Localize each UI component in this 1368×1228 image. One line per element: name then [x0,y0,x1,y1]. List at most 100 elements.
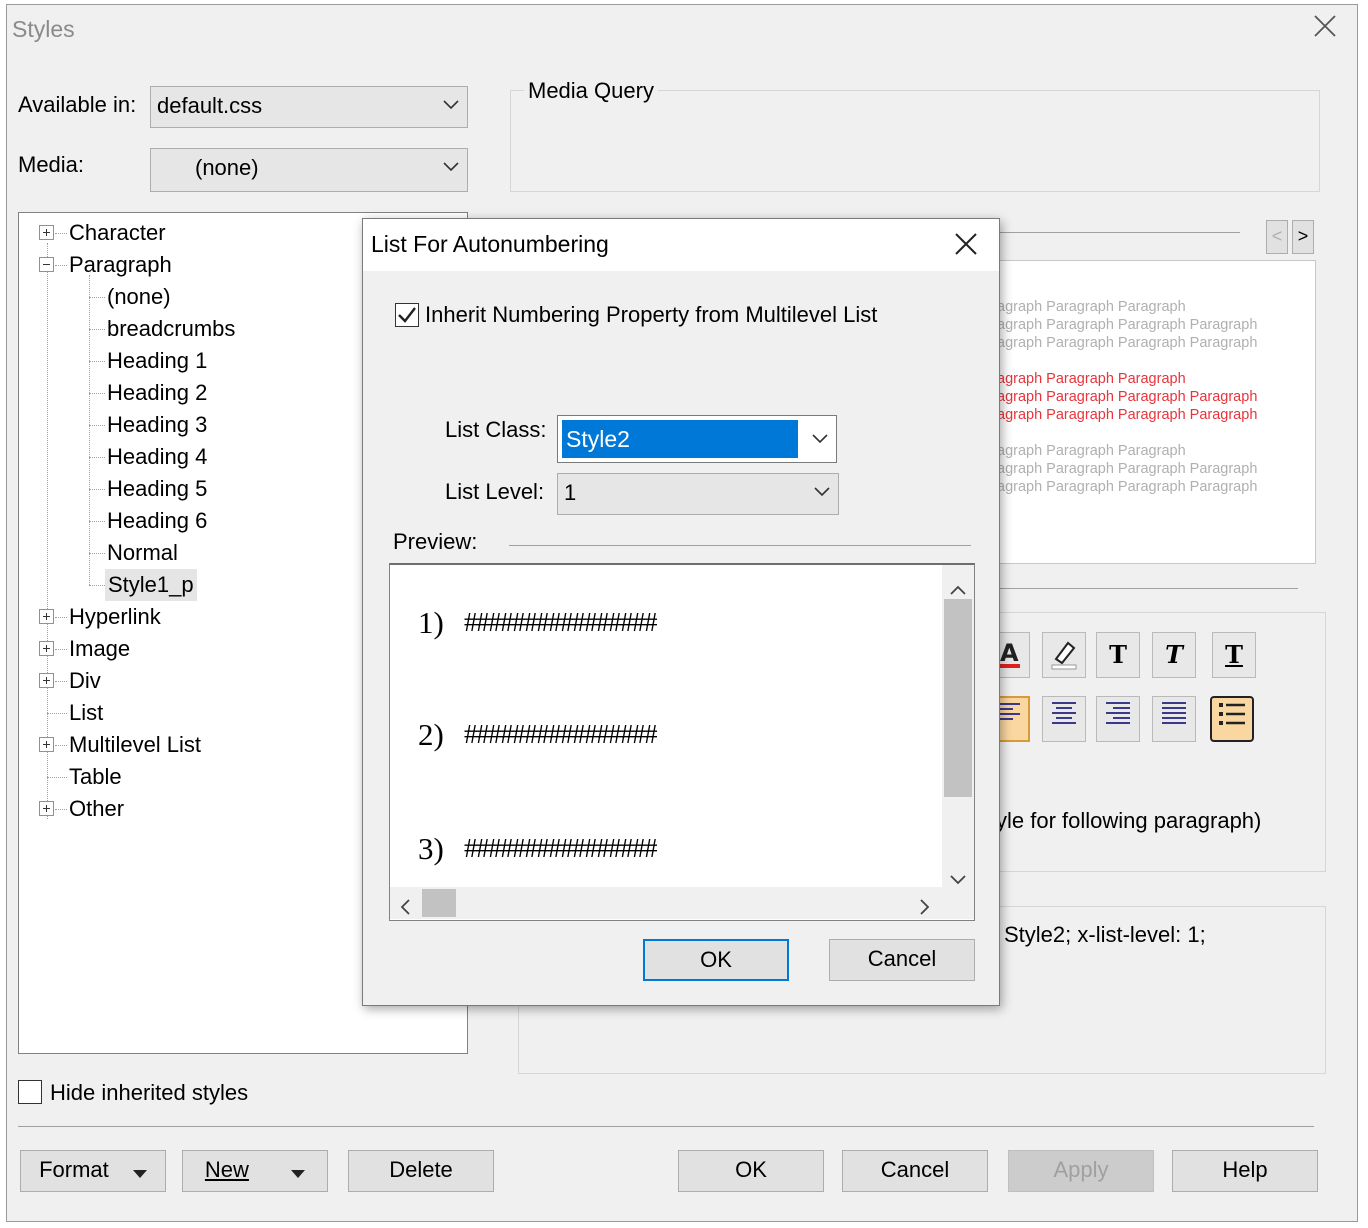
list-item-text: ################ [464,833,658,863]
next-arrow-icon[interactable]: > [1292,220,1314,254]
bullet-list-icon[interactable] [1210,696,1254,742]
style-preview: agraph Paragraph Paragraph agraph Paragr… [996,260,1316,564]
tree-item-heading-5[interactable]: Heading 5 [107,476,207,502]
chevron-down-icon [443,162,459,176]
horizontal-scroll-thumb[interactable] [422,889,456,917]
available-in-label: Available in: [18,92,137,117]
ok-button[interactable]: OK [678,1150,824,1192]
css-text: Style2; x-list-level: 1; [1004,922,1206,947]
tree-item-multilevel-list[interactable]: Multilevel List [69,732,201,758]
list-level-value: 1 [564,480,577,505]
preview-text-line: agraph Paragraph Paragraph Paragraph [997,407,1258,423]
expand-icon[interactable] [39,641,54,656]
scroll-right-icon[interactable] [920,895,930,920]
media-value: (none) [195,155,259,180]
window-title: Styles [12,16,75,42]
preview-label: Preview: [393,529,478,554]
preview-text-line: agraph Paragraph Paragraph Paragraph [997,389,1258,405]
bold-icon[interactable]: T [1096,632,1140,678]
scroll-up-icon[interactable] [950,575,966,601]
tree-item-character[interactable]: Character [69,220,166,246]
chevron-down-icon [814,487,830,501]
justify-icon[interactable] [1152,696,1196,742]
tree-item-heading-3[interactable]: Heading 3 [107,412,207,438]
vertical-scroll-thumb[interactable] [944,599,972,797]
preview-text-line: agraph Paragraph Paragraph [997,371,1186,387]
cancel-button[interactable]: Cancel [842,1150,988,1192]
scroll-left-icon[interactable] [400,895,410,920]
dialog-close-icon[interactable] [953,231,981,259]
list-number: 1) [418,605,444,640]
tree-item-paragraph[interactable]: Paragraph [69,252,172,278]
align-right-icon[interactable] [1096,696,1140,742]
horizontal-scrollbar[interactable] [390,887,942,919]
following-paragraph-text: yle for following paragraph) [996,808,1262,833]
bottom-separator [18,1126,1314,1127]
inherit-numbering-checkbox[interactable] [395,303,419,327]
tree-item-div[interactable]: Div [69,668,101,694]
tree-item-table[interactable]: Table [69,764,122,790]
help-button[interactable]: Help [1172,1150,1318,1192]
collapse-icon[interactable] [39,257,54,272]
tree-item-style1-p[interactable]: Style1_p [105,569,197,601]
italic-icon[interactable]: T [1152,632,1196,678]
list-level-select[interactable]: 1 [557,473,839,515]
available-in-value: default.css [157,93,263,118]
format-separator [996,588,1298,589]
tree-item-heading-2[interactable]: Heading 2 [107,380,207,406]
tree-item-other[interactable]: Other [69,796,124,822]
underline-icon[interactable]: T [1212,632,1256,678]
expand-icon[interactable] [39,673,54,688]
prev-arrow-icon[interactable]: < [1266,220,1288,254]
tree-item-normal[interactable]: Normal [107,540,178,566]
chevron-down-icon [812,434,828,448]
preview-text-line: agraph Paragraph Paragraph [997,443,1186,459]
list-autonumbering-dialog: List For Autonumbering Inherit Numbering… [362,218,1000,1006]
tree-item-hyperlink[interactable]: Hyperlink [69,604,161,630]
delete-button[interactable]: Delete [348,1150,494,1192]
expand-icon[interactable] [39,609,54,624]
format-button-label: Format [39,1157,109,1182]
close-icon[interactable] [1310,14,1340,44]
media-query-group [510,90,1320,192]
tree-item-none[interactable]: (none) [107,284,171,310]
hide-inherited-label: Hide inherited styles [50,1080,249,1105]
list-item-text: ################ [464,607,658,637]
list-preview[interactable]: 1) ################ 2) ################ … [389,563,975,921]
expand-icon[interactable] [39,801,54,816]
scroll-corner [942,887,974,919]
tree-item-heading-1[interactable]: Heading 1 [107,348,207,374]
dialog-cancel-button[interactable]: Cancel [829,939,975,981]
preview-separator [996,232,1240,233]
tree-item-breadcrumbs[interactable]: breadcrumbs [107,316,235,342]
list-class-select[interactable]: Style2 [557,415,837,463]
tree-item-image[interactable]: Image [69,636,130,662]
tree-item-heading-4[interactable]: Heading 4 [107,444,207,470]
media-label: Media: [18,152,85,177]
list-item-text: ################ [464,719,658,749]
new-button-label: New [204,1157,249,1182]
list-class-label: List Class: [445,417,547,442]
chevron-down-icon [443,100,459,114]
highlight-icon[interactable] [1042,632,1086,678]
expand-icon[interactable] [39,737,54,752]
media-select[interactable]: (none) [150,148,468,192]
preview-separator [509,545,971,546]
preview-text-line: agraph Paragraph Paragraph Paragraph [997,461,1258,477]
apply-button[interactable]: Apply [1008,1150,1154,1192]
list-class-value: Style2 [562,420,798,458]
preview-text-line: agraph Paragraph Paragraph Paragraph [997,479,1258,495]
preview-text-line: agraph Paragraph Paragraph Paragraph [997,317,1258,333]
expand-icon[interactable] [39,225,54,240]
hide-inherited-checkbox[interactable] [18,1080,42,1104]
dropdown-arrow-icon [291,1152,306,1190]
tree-item-heading-6[interactable]: Heading 6 [107,508,207,534]
vertical-scrollbar[interactable] [942,565,974,887]
list-number: 3) [418,831,444,866]
new-button[interactable]: New [182,1150,328,1192]
format-button[interactable]: Format [20,1150,166,1192]
dialog-ok-button[interactable]: OK [643,939,789,981]
tree-item-list[interactable]: List [69,700,103,726]
available-in-select[interactable]: default.css [150,86,468,128]
align-center-icon[interactable] [1042,696,1086,742]
